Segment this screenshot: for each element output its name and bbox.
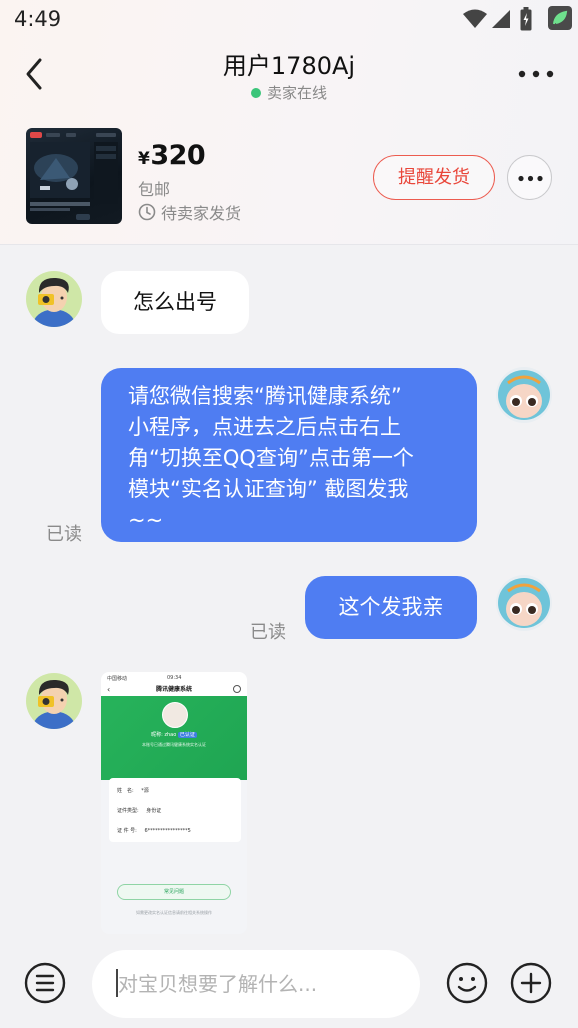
my-avatar-image: [496, 575, 552, 631]
more-dots-icon: [518, 70, 554, 78]
verified-badge: 已认证: [177, 732, 197, 738]
info-value: 身份证: [146, 808, 162, 814]
page-title: 用户1780Aj: [222, 52, 356, 80]
shipping-label: 包邮: [138, 180, 171, 199]
online-text: 卖家在线: [266, 84, 327, 102]
message-bubble-sent[interactable]: 请您微信搜索“腾讯健康系统” 小程序，点进去之后点击右上 角“切换至QQ查询”点…: [101, 368, 477, 542]
signal-icon: [492, 10, 510, 28]
menu-icon: [24, 962, 66, 1004]
price-value: 320: [150, 140, 206, 171]
text-cursor: [116, 969, 118, 997]
image-message[interactable]: 中国移动 09:34 ‹ 腾讯健康系统 昵称: zhao 已认证 本账号已通过腾…: [101, 672, 247, 934]
nickname-value: zhao: [164, 732, 177, 738]
message-line: 小程序，点进去之后点击右上: [128, 415, 401, 439]
message-bubble-sent[interactable]: 这个发我亲: [305, 576, 477, 639]
emoji-icon: [446, 962, 488, 1004]
app-notification-icon: [548, 6, 572, 30]
info-label: 证件类型:: [117, 808, 139, 814]
my-avatar-image: [496, 367, 552, 423]
battery-icon: [520, 7, 532, 31]
status-time: 4:49: [14, 7, 62, 31]
screenshot-title: 腾讯健康系统: [155, 686, 192, 693]
screenshot-time: 09:34: [167, 675, 182, 681]
screenshot-carrier: 中国移动: [107, 676, 128, 682]
screenshot-info-card: 姓 名: *源 证件类型: 身份证 证 件 号: 6**************…: [109, 778, 241, 842]
order-status-text: 待卖家发货: [161, 204, 242, 223]
info-label: 证 件 号:: [117, 828, 137, 834]
message-line: 请您微信搜索“腾讯健康系统”: [128, 384, 402, 408]
message-line: 模块“实名认证查询” 截图发我: [128, 477, 409, 501]
screenshot-banner: 昵称: zhao 已认证 本账号已通过腾讯健康系统实名认证: [101, 696, 247, 780]
more-options-button[interactable]: [516, 62, 556, 86]
screenshot-more-icon: [233, 685, 241, 693]
status-bar: 4:49: [0, 0, 578, 40]
my-avatar[interactable]: [496, 575, 552, 631]
info-value: 6****************5: [144, 828, 191, 834]
currency-symbol: ¥: [138, 149, 150, 169]
product-thumbnail[interactable]: [26, 128, 122, 224]
screenshot-header: ‹ 腾讯健康系统: [101, 684, 247, 696]
message-line: ~~: [128, 508, 164, 532]
message-input[interactable]: [92, 950, 420, 1018]
wifi-icon: [463, 9, 487, 28]
seller-avatar-image: [26, 271, 82, 327]
product-image: [30, 132, 118, 220]
seller-avatar[interactable]: [26, 673, 82, 729]
seller-avatar-image: [26, 673, 82, 729]
menu-button[interactable]: [24, 962, 66, 1004]
message-line: 角“切换至QQ查询”点击第一个: [128, 446, 414, 470]
my-avatar[interactable]: [496, 367, 552, 423]
help-button-label: 常见问题: [163, 889, 184, 895]
seller-online-status: 卖家在线: [0, 82, 578, 103]
message-bubble-received[interactable]: 怎么出号: [101, 271, 249, 334]
read-receipt: 已读: [250, 622, 286, 643]
online-dot-icon: [250, 88, 261, 98]
screenshot-help-button: 常见问题: [117, 884, 231, 900]
message-text: 怎么出号: [133, 290, 217, 314]
product-more-button[interactable]: [507, 155, 552, 200]
plus-icon: [510, 962, 552, 1004]
read-receipt: 已读: [46, 524, 82, 545]
screenshot-status-bar: 中国移动 09:34: [101, 672, 247, 684]
seller-avatar[interactable]: [26, 271, 82, 327]
nickname-label: 昵称:: [151, 732, 163, 738]
more-dots-icon: [518, 175, 543, 182]
screenshot-nickname: 昵称: zhao 已认证: [101, 731, 247, 738]
screenshot-footer: 如需更改实名认证信息请前往相关系统操作: [136, 910, 212, 915]
add-button[interactable]: [510, 962, 552, 1004]
clock-icon: [138, 203, 156, 221]
emoji-button[interactable]: [446, 962, 488, 1004]
remind-ship-button[interactable]: 提醒发货: [373, 155, 495, 200]
info-value: *源: [141, 788, 149, 794]
product-price: ¥320: [138, 140, 206, 171]
screenshot-avatar: [162, 702, 188, 728]
message-text: 这个发我亲: [338, 595, 444, 619]
info-row: 姓 名: *源: [117, 787, 149, 794]
info-label: 姓 名:: [117, 788, 134, 794]
info-row: 证件类型: 身份证: [117, 807, 161, 814]
info-row: 证 件 号: 6****************5: [117, 827, 191, 834]
order-status: 待卖家发货: [138, 200, 241, 224]
screenshot-desc: 本账号已通过腾讯健康系统实名认证: [142, 742, 206, 747]
